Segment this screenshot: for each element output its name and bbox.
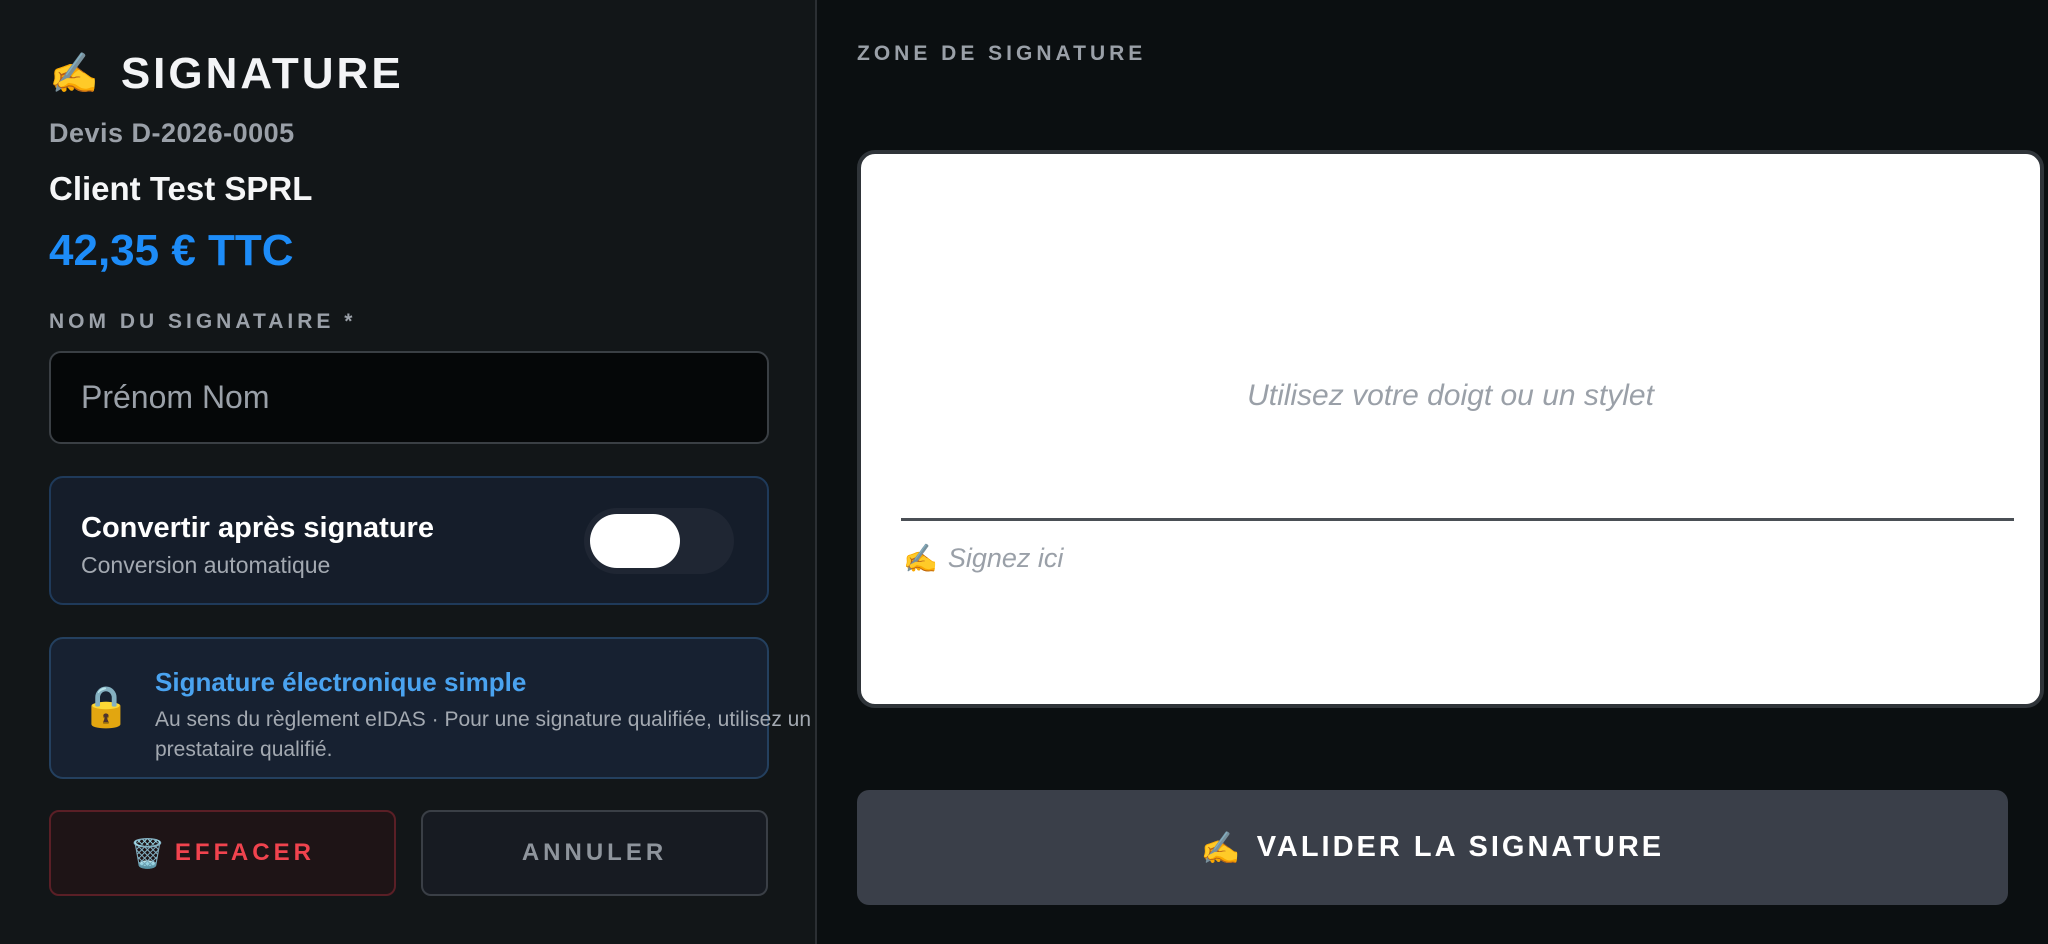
signature-pad-hint: Utilisez votre doigt ou un stylet [1247,379,1654,412]
eidas-info-card: 🔒 Signature électronique simple Au sens … [49,637,811,779]
toggle-knob [590,514,680,568]
signature-details-panel: ✍️ SIGNATURE Devis D-2026-0005 Client Te… [0,0,817,944]
convert-after-signature-card: Convertir après signature Conversion aut… [49,476,769,605]
writing-hand-icon: ✍️ [1200,829,1241,866]
info-text: Au sens du règlement eIDAS · Pour une si… [155,708,812,761]
page-title: ✍️ SIGNATURE [49,46,404,102]
signature-line [901,518,2014,521]
client-name: Client Test SPRL [49,170,313,207]
validate-signature-label: VALIDER LA SIGNATURE [1256,831,1665,863]
convert-toggle[interactable] [584,508,734,574]
convert-title: Convertir après signature [81,512,434,544]
writing-hand-icon: ✍️ [903,543,938,574]
signature-zone-label: ZONE DE SIGNATURE [857,42,1147,65]
quote-number: Devis D-2026-0005 [49,118,295,148]
lock-icon: 🔒 [81,685,131,729]
signature-pad[interactable]: Utilisez votre doigt ou un stylet ✍️ Sig… [857,150,2044,708]
page-title-text: SIGNATURE [120,49,404,98]
signature-screen: ✍️ SIGNATURE Devis D-2026-0005 Client Te… [0,0,2048,944]
clear-button[interactable]: 🗑️ EFFACER [49,810,396,896]
clear-button-label: EFFACER [174,839,315,866]
cancel-button[interactable]: ANNULER [421,810,768,896]
info-title: Signature électronique simple [155,667,527,697]
cancel-button-label: ANNULER [521,839,668,866]
signer-name-input[interactable] [49,351,769,444]
validate-signature-button[interactable]: ✍️ VALIDER LA SIGNATURE [857,790,2008,905]
quote-amount: 42,35 € TTC [49,226,294,275]
convert-subtitle: Conversion automatique [81,552,331,578]
sign-here-text: Signez ici [947,543,1064,573]
trash-icon: 🗑️ [130,837,165,869]
sign-here-label: ✍️ Signez ici [903,542,1063,575]
signer-name-label: NOM DU SIGNATAIRE * [49,310,357,333]
writing-hand-icon: ✍️ [49,52,99,96]
